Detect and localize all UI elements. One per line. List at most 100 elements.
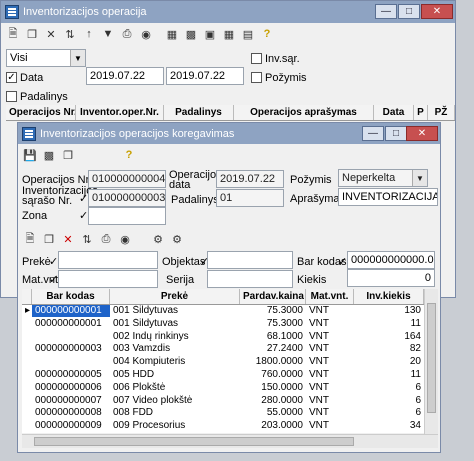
hscroll-thumb[interactable] <box>34 437 354 446</box>
bar-kodas-check-icon: ✓ <box>338 256 348 268</box>
line-copy-icon[interactable]: ❐ <box>41 231 57 247</box>
cell-inv-kiekis: 164 <box>404 330 421 342</box>
filter-select[interactable]: Visi ▼ <box>6 49 86 67</box>
pozymis-chevron-icon[interactable]: ▼ <box>412 170 427 186</box>
table-row[interactable]: 000000000009 009 Procesorius 203.0000 VNT 34 <box>22 420 424 432</box>
col-padalinys[interactable]: Padalinys <box>164 105 234 120</box>
bar-kodas-field[interactable]: 000000000000.0 <box>347 251 435 269</box>
date-to-field[interactable]: 2019.07.22 <box>166 67 244 85</box>
help-icon[interactable]: ? <box>259 26 275 42</box>
table-icon[interactable]: ▦ <box>221 26 237 42</box>
serija-field[interactable] <box>207 270 293 288</box>
copy-doc-icon[interactable]: ❐ <box>24 26 40 42</box>
table-row[interactable]: 000000000006 006 Plokštė 150.0000 VNT 6 <box>22 382 424 394</box>
grid-icon[interactable]: ▩ <box>183 26 199 42</box>
inner-toolbar: 💾 ▩ ❐ ? <box>18 144 440 166</box>
objektas-field[interactable] <box>207 251 293 269</box>
mat-vnt-field[interactable] <box>58 270 158 288</box>
line-tool-icon[interactable]: ⚙ <box>150 231 166 247</box>
chevron-down-icon[interactable]: ▼ <box>70 50 85 66</box>
col-mat-vnt[interactable]: Mat.vnt. <box>306 289 354 304</box>
zona-field[interactable] <box>88 207 166 225</box>
line-print-icon[interactable]: ⎙ <box>98 231 114 247</box>
col-inventor-oper-nr[interactable]: Inventor.oper.Nr. <box>76 105 164 120</box>
inv-sar-checkbox[interactable] <box>251 53 262 64</box>
line-settings-icon[interactable]: ⚙ <box>169 231 185 247</box>
date-from-field[interactable]: 2019.07.22 <box>86 67 164 85</box>
table-row[interactable]: 000000000008 008 FDD 55.0000 VNT 6 <box>22 407 424 419</box>
layout-icon[interactable]: ▤ <box>240 26 256 42</box>
oper-nr-field[interactable]: 010000000004 <box>88 170 166 188</box>
inv-sar-nr-field[interactable]: 010000000003 <box>88 189 166 207</box>
inner-maximize-button[interactable]: □ <box>385 126 407 141</box>
inner-minimize-button[interactable]: — <box>362 126 384 141</box>
inner-close-button[interactable]: ✕ <box>406 126 438 141</box>
cell-pardav-kaina: 280.0000 <box>261 394 303 406</box>
line-delete-icon[interactable]: ✕ <box>60 231 76 247</box>
filter-icon[interactable]: ▼ <box>100 26 116 42</box>
copy-icon[interactable]: ❐ <box>60 147 76 163</box>
row-indicator <box>22 356 32 368</box>
data-checkbox[interactable]: ✓ <box>6 72 17 83</box>
col-preke[interactable]: Prekė <box>110 289 240 304</box>
col-operacijos-nr[interactable]: Operacijos Nr. <box>6 105 76 120</box>
pozymis-select-value: Neperkelta <box>342 172 396 184</box>
minimize-button[interactable]: — <box>375 4 397 19</box>
vertical-scrollbar[interactable] <box>424 289 438 434</box>
sort-asc-icon[interactable]: ↑ <box>81 26 97 42</box>
cell-pardav-kaina: 1800.0000 <box>255 356 303 368</box>
table-row[interactable]: 004 Kompiuteris 1800.0000 VNT 20 <box>22 356 424 368</box>
cell-inv-kiekis: 34 <box>409 420 421 432</box>
row-indicator <box>22 369 32 381</box>
cell-inv-kiekis: 6 <box>415 407 421 419</box>
tree-icon[interactable]: ▦ <box>164 26 180 42</box>
inner-window: Inventorizacijos operacijos koregavimas … <box>17 122 441 453</box>
cell-inv-kiekis: 20 <box>409 356 421 368</box>
table-row[interactable]: 000000000007 007 Video plokštė 280.0000 VNT… <box>22 395 424 407</box>
padalinys-checkbox[interactable] <box>6 91 17 102</box>
table-row[interactable]: 002 Indų rinkinys 68.1000 VNT 164 <box>22 331 424 343</box>
delete-icon[interactable]: ✕ <box>43 26 59 42</box>
cell-mat-vnt: VNT <box>309 343 329 355</box>
kiekis-field[interactable]: 0 <box>347 269 435 287</box>
table-row[interactable]: 000000000001 001 Šildytuvas 75.3000 VNT 11 <box>22 318 424 330</box>
col-p[interactable]: P <box>414 105 428 120</box>
padalinys-field[interactable]: 01 <box>216 189 284 207</box>
padalinys-label: Padalinys <box>20 91 68 103</box>
oper-data-field[interactable]: 2019.07.22 <box>216 170 284 188</box>
col-bar-kodas[interactable]: Bar kodas <box>32 289 110 304</box>
new-doc-icon[interactable]: 🗎 <box>5 26 21 42</box>
row-indicator <box>22 407 32 419</box>
col-data[interactable]: Data <box>374 105 414 120</box>
horizontal-scrollbar[interactable] <box>22 434 438 448</box>
col-operacijos-aprasymas[interactable]: Operacijos aprašymas <box>234 105 374 120</box>
binoculars-icon[interactable]: ◉ <box>138 26 154 42</box>
cell-preke: 005 HDD <box>113 369 155 380</box>
pozymis-select[interactable]: Neperkelta ▼ <box>338 169 428 187</box>
table-row[interactable]: ▸ 000000000001 001 Šildytuvas 75.3000 VNT 130 <box>22 305 424 317</box>
row-indicator-head <box>22 289 32 304</box>
inner-help-icon[interactable]: ? <box>121 147 137 163</box>
save-as-icon[interactable]: ▩ <box>41 147 57 163</box>
table-row[interactable]: 000000000005 005 HDD 760.0000 VNT 11 <box>22 369 424 381</box>
line-new-icon[interactable]: 🗎 <box>22 231 38 247</box>
link-icon[interactable]: ▣ <box>202 26 218 42</box>
pozymis-checkbox[interactable] <box>251 72 262 83</box>
save-icon[interactable]: 💾 <box>22 147 38 163</box>
sort-icon[interactable]: ⇅ <box>62 26 78 42</box>
aprasymas-field[interactable]: INVENTORIZACIJA <box>338 188 438 206</box>
cell-preke: 003 Vamzdis <box>113 343 171 355</box>
table-row[interactable]: 000000000003 003 Vamzdis 27.2400 VNT 82 <box>22 343 424 355</box>
col-pz[interactable]: PŽ <box>428 105 455 120</box>
print-icon[interactable]: ⎙ <box>119 26 135 42</box>
maximize-button[interactable]: □ <box>398 4 420 19</box>
line-binoculars-icon[interactable]: ◉ <box>117 231 133 247</box>
cell-mat-vnt: VNT <box>309 420 329 432</box>
col-pardav-kaina[interactable]: Pardav.kaina <box>240 289 306 304</box>
preke-field[interactable] <box>58 251 158 269</box>
close-button[interactable]: ✕ <box>421 4 453 19</box>
col-inv-kiekis[interactable]: Inv.kiekis <box>354 289 424 304</box>
scroll-thumb[interactable] <box>427 303 436 413</box>
line-sort-icon[interactable]: ⇅ <box>79 231 95 247</box>
cell-bar-kodas: 000000000005 <box>35 369 102 380</box>
